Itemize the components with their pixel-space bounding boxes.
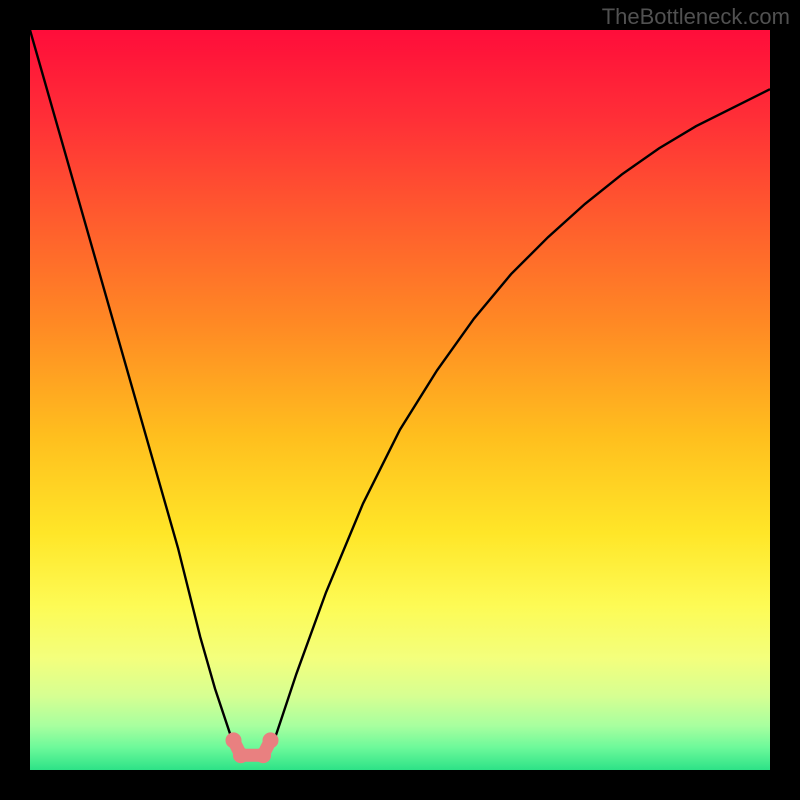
marker-left-top	[226, 732, 242, 748]
marker-right-top	[263, 732, 279, 748]
plot-area	[30, 30, 770, 770]
chart-container: TheBottleneck.com	[0, 0, 800, 800]
watermark-text: TheBottleneck.com	[602, 4, 790, 30]
markers-layer	[30, 30, 770, 770]
marker-left-bottom	[233, 747, 249, 763]
marker-right-bottom	[255, 747, 271, 763]
